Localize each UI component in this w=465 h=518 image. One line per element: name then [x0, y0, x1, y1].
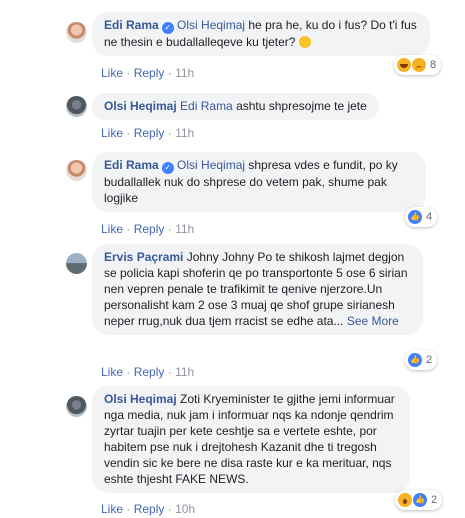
comment-actions: Like · Reply · 11h	[101, 365, 194, 379]
comment-actions: Like · Reply · 11h	[101, 66, 194, 80]
separator: ·	[167, 126, 172, 140]
comment-bubble: Ervis Paçrami Johny Johny Po te shikosh …	[92, 244, 423, 335]
comment-author[interactable]: Olsi Heqimaj	[104, 392, 177, 406]
reply-link[interactable]: Reply	[134, 126, 165, 140]
separator: ·	[167, 222, 172, 236]
separator: ·	[126, 126, 131, 140]
like-link[interactable]: Like	[101, 66, 123, 80]
reaction-count: 4	[426, 211, 433, 223]
like-link[interactable]: Like	[101, 126, 123, 140]
verified-badge-icon: ✓	[161, 162, 174, 174]
separator: ·	[126, 222, 131, 236]
comment-time[interactable]: 11h	[175, 66, 194, 80]
comment-time[interactable]: 11h	[175, 365, 194, 379]
reaction-count: 2	[426, 354, 433, 366]
see-more-link[interactable]: See More	[347, 314, 399, 328]
reply-link[interactable]: Reply	[134, 222, 165, 236]
comment-text: ashtu shpresojme te jete	[232, 99, 367, 113]
separator: ·	[126, 502, 131, 516]
wow-icon	[398, 493, 412, 507]
comment-time[interactable]: 11h	[175, 126, 194, 140]
avatar[interactable]	[66, 160, 87, 181]
reactions-summary[interactable]: 👍 2	[405, 350, 438, 370]
sad-icon	[412, 58, 426, 72]
reaction-count: 8	[430, 59, 437, 71]
comment-bubble: Edi Rama ✓ Olsi Heqimaj he pra he, ku do …	[92, 12, 430, 56]
reactions-summary[interactable]: 8	[394, 55, 442, 75]
avatar[interactable]	[66, 96, 87, 117]
comment-time[interactable]: 11h	[175, 222, 194, 236]
comment-actions: Like · Reply · 11h	[101, 222, 194, 236]
reply-link[interactable]: Reply	[134, 502, 165, 516]
reply-link[interactable]: Reply	[134, 365, 165, 379]
haha-icon	[397, 58, 411, 72]
like-link[interactable]: Like	[101, 502, 123, 516]
separator: ·	[167, 502, 172, 516]
comment-bubble: Olsi Heqimaj Edi Rama ashtu shpresojme t…	[92, 93, 379, 120]
separator: ·	[126, 66, 131, 80]
like-icon: 👍	[408, 353, 422, 367]
comment-time[interactable]: 10h	[175, 502, 195, 516]
mention-link[interactable]: Olsi Heqimaj	[177, 158, 245, 172]
verified-badge-icon: ✓	[161, 22, 174, 34]
mention-link[interactable]: Edi Rama	[180, 99, 233, 113]
comment-author[interactable]: Olsi Heqimaj	[104, 99, 177, 113]
comment-author[interactable]: Edi Rama	[104, 18, 159, 32]
smiley-emoji-icon	[298, 36, 311, 48]
like-icon: 👍	[408, 210, 422, 224]
comment-author[interactable]: Ervis Paçrami	[104, 250, 183, 264]
comment-bubble: Olsi Heqimaj Zoti Kryeminister te gjithe…	[92, 386, 410, 493]
comment-bubble: Edi Rama ✓ Olsi Heqimaj shpresa vdes e fu…	[92, 152, 426, 212]
avatar[interactable]	[66, 396, 87, 417]
reactions-summary[interactable]: 👍 4	[405, 207, 438, 227]
like-icon: 👍	[413, 493, 427, 507]
separator: ·	[167, 66, 172, 80]
like-link[interactable]: Like	[101, 222, 123, 236]
mention-link[interactable]: Olsi Heqimaj	[177, 18, 245, 32]
reaction-count: 2	[431, 494, 438, 506]
comment-actions: Like · Reply · 10h	[101, 502, 195, 516]
avatar[interactable]	[66, 253, 87, 274]
like-link[interactable]: Like	[101, 365, 123, 379]
separator: ·	[167, 365, 172, 379]
comment-actions: Like · Reply · 11h	[101, 126, 194, 140]
reply-link[interactable]: Reply	[134, 66, 165, 80]
reactions-summary[interactable]: 👍 2	[395, 490, 443, 510]
comment-author[interactable]: Edi Rama	[104, 158, 159, 172]
avatar[interactable]	[66, 22, 87, 43]
comment-text: Zoti Kryeminister te gjithe jemi informu…	[104, 392, 395, 486]
separator: ·	[126, 365, 131, 379]
